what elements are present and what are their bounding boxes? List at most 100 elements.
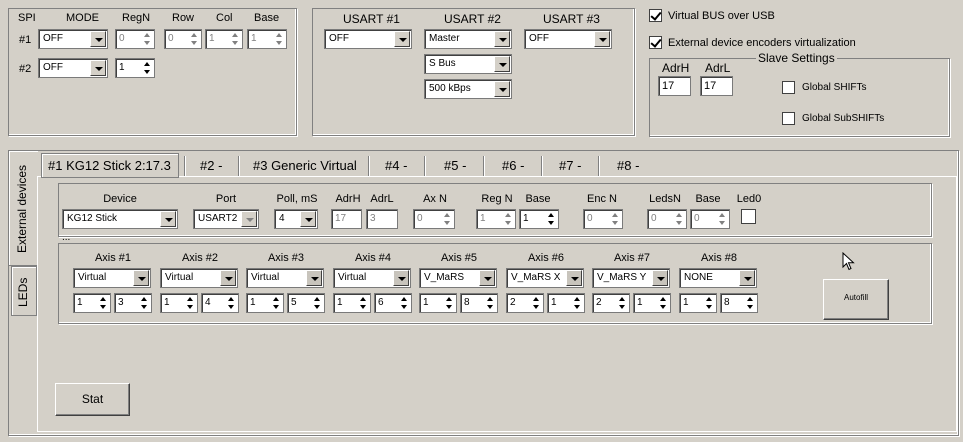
spin-arrows-icon[interactable] — [675, 211, 684, 227]
axis-3-spinner-1[interactable]: 1 — [246, 293, 284, 313]
spin-arrows-icon[interactable] — [231, 31, 240, 47]
regn-spinner[interactable]: 1 — [476, 209, 516, 229]
usart2-mode-select[interactable]: Master — [424, 29, 512, 49]
axis-7-spinner-2[interactable]: 1 — [633, 293, 671, 313]
spin-arrows-icon[interactable] — [618, 295, 627, 311]
tab-device-8[interactable]: #8 - — [617, 156, 639, 178]
device-select[interactable]: KG12 Stick — [62, 209, 178, 229]
encoders-virtualization-checkbox[interactable] — [649, 36, 662, 49]
slave-adrh-input[interactable]: 17 — [658, 76, 691, 96]
axis-1-spinner-1[interactable]: 1 — [73, 293, 111, 313]
spi2-mode-select[interactable]: OFF — [38, 58, 108, 78]
chevron-down-icon[interactable] — [160, 211, 176, 227]
spin-arrows-icon[interactable] — [359, 295, 368, 311]
chevron-down-icon[interactable] — [300, 211, 316, 227]
chevron-down-icon[interactable] — [739, 270, 755, 286]
usart2-protocol-select[interactable]: S Bus — [424, 54, 512, 74]
spin-arrows-icon[interactable] — [486, 295, 495, 311]
axis-3-spinner-2[interactable]: 5 — [287, 293, 325, 313]
global-subshifts-checkbox[interactable] — [782, 112, 795, 125]
global-shifts-checkbox[interactable] — [782, 81, 795, 94]
spin-arrows-icon[interactable] — [611, 211, 620, 227]
port-select[interactable]: USART2 — [193, 209, 259, 229]
spin-arrows-icon[interactable] — [443, 211, 452, 227]
axis-2-spinner-1[interactable]: 1 — [160, 293, 198, 313]
spin-arrows-icon[interactable] — [504, 211, 513, 227]
chevron-down-icon[interactable] — [133, 270, 149, 286]
axis-8-spinner-2[interactable]: 8 — [720, 293, 758, 313]
usart2-baud-select[interactable]: 500 kBps — [424, 79, 512, 99]
axis-1-type-select[interactable]: Virtual — [73, 268, 151, 288]
chevron-down-icon[interactable] — [393, 270, 409, 286]
chevron-down-icon[interactable] — [90, 31, 106, 47]
chevron-down-icon[interactable] — [90, 60, 106, 76]
tab-device-2[interactable]: #2 - — [200, 156, 222, 178]
spin-arrows-icon[interactable] — [275, 31, 284, 47]
device-adrh-input[interactable]: 17 — [331, 209, 362, 229]
spin-arrows-icon[interactable] — [746, 295, 755, 311]
axis-6-spinner-1[interactable]: 2 — [506, 293, 544, 313]
chevron-down-icon[interactable] — [241, 211, 257, 227]
tab-device-6[interactable]: #6 - — [502, 156, 524, 178]
axis-2-type-select[interactable]: Virtual — [160, 268, 238, 288]
spi1-col-spinner[interactable]: 1 — [205, 29, 243, 49]
axis-5-spinner-1[interactable]: 1 — [419, 293, 457, 313]
spi1-row-spinner[interactable]: 0 — [164, 29, 202, 49]
spi1-base-spinner[interactable]: 1 — [247, 29, 287, 49]
axis-7-type-select[interactable]: V_MaRS Y — [592, 268, 670, 288]
axis-3-type-select[interactable]: Virtual — [246, 268, 324, 288]
poll-select[interactable]: 4 — [274, 209, 318, 229]
base2-spinner[interactable]: 0 — [690, 209, 730, 229]
spin-arrows-icon[interactable] — [705, 295, 714, 311]
axis-6-spinner-2[interactable]: 1 — [547, 293, 585, 313]
autofill-button[interactable]: Autofill — [823, 279, 889, 320]
chevron-down-icon[interactable] — [494, 81, 510, 97]
axis-5-type-select[interactable]: V_MaRS — [419, 268, 497, 288]
axis-5-spinner-2[interactable]: 8 — [460, 293, 498, 313]
chevron-down-icon[interactable] — [394, 31, 410, 47]
spin-arrows-icon[interactable] — [227, 295, 236, 311]
stat-button[interactable]: Stat — [55, 383, 130, 416]
spin-arrows-icon[interactable] — [532, 295, 541, 311]
spin-arrows-icon[interactable] — [143, 31, 152, 47]
axis-4-type-select[interactable]: Virtual — [333, 268, 411, 288]
spin-arrows-icon[interactable] — [445, 295, 454, 311]
tab-device-4[interactable]: #4 - — [385, 156, 407, 178]
chevron-down-icon[interactable] — [494, 56, 510, 72]
spi1-mode-select[interactable]: OFF — [38, 29, 108, 49]
spin-arrows-icon[interactable] — [186, 295, 195, 311]
usart1-select[interactable]: OFF — [324, 29, 412, 49]
side-tab-leds[interactable]: LEDs — [11, 266, 37, 316]
spi2-regn-spinner[interactable]: 1 — [115, 58, 155, 78]
spin-arrows-icon[interactable] — [573, 295, 582, 311]
chevron-down-icon[interactable] — [594, 31, 610, 47]
axis-8-type-select[interactable]: NONE — [679, 268, 757, 288]
tab-device-3[interactable]: #3 Generic Virtual — [253, 156, 357, 178]
spin-arrows-icon[interactable] — [659, 295, 668, 311]
chevron-down-icon[interactable] — [566, 270, 582, 286]
usart3-select[interactable]: OFF — [524, 29, 612, 49]
axis-8-spinner-1[interactable]: 1 — [679, 293, 717, 313]
spin-arrows-icon[interactable] — [547, 211, 556, 227]
axis-4-spinner-2[interactable]: 6 — [374, 293, 412, 313]
slave-adrl-input[interactable]: 17 — [700, 76, 733, 96]
chevron-down-icon[interactable] — [652, 270, 668, 286]
chevron-down-icon[interactable] — [220, 270, 236, 286]
tab-device-5[interactable]: #5 - — [444, 156, 466, 178]
led0-checkbox[interactable] — [741, 209, 756, 224]
encn-spinner[interactable]: 0 — [583, 209, 623, 229]
spin-arrows-icon[interactable] — [400, 295, 409, 311]
axis-2-spinner-2[interactable]: 4 — [201, 293, 239, 313]
spi1-regn-spinner[interactable]: 0 — [115, 29, 155, 49]
axis-6-type-select[interactable]: V_MaRS X — [506, 268, 584, 288]
spin-arrows-icon[interactable] — [272, 295, 281, 311]
chevron-down-icon[interactable] — [494, 31, 510, 47]
axis-7-spinner-1[interactable]: 2 — [592, 293, 630, 313]
spin-arrows-icon[interactable] — [718, 211, 727, 227]
axis-4-spinner-1[interactable]: 1 — [333, 293, 371, 313]
device-adrl-input[interactable]: 3 — [366, 209, 398, 229]
base-spinner[interactable]: 1 — [519, 209, 559, 229]
virtual-bus-checkbox[interactable] — [649, 9, 662, 22]
chevron-down-icon[interactable] — [306, 270, 322, 286]
spin-arrows-icon[interactable] — [140, 295, 149, 311]
